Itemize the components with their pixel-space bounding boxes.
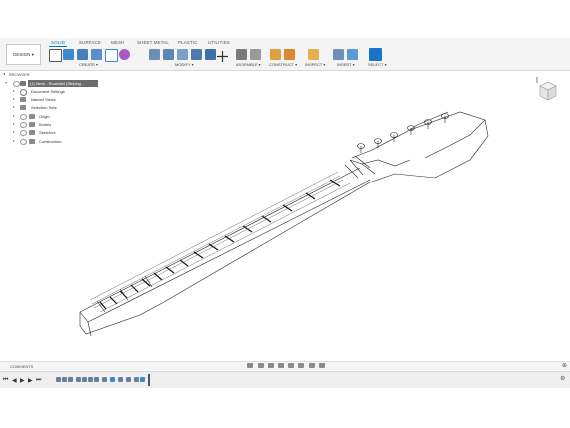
collapse-icon[interactable]: ◂: [3, 71, 5, 76]
go-to-end-icon[interactable]: ⏭: [36, 377, 41, 384]
new-component-assemble-icon[interactable]: [236, 49, 247, 60]
modify-menu[interactable]: MODIFY ▾: [175, 62, 194, 67]
shell-icon[interactable]: [191, 49, 202, 60]
assemble-menu[interactable]: ASSEMBLE ▾: [236, 62, 261, 67]
look-at-icon[interactable]: [258, 363, 264, 368]
timeline-feature-icon[interactable]: [118, 377, 123, 382]
timeline-feature-icon[interactable]: [126, 377, 131, 382]
fillet-icon[interactable]: [163, 49, 174, 60]
browser-header: ◂ BROWSER: [0, 70, 120, 78]
timeline-feature-icon[interactable]: [94, 377, 99, 382]
timeline-feature-icon[interactable]: [82, 377, 87, 382]
step-back-icon[interactable]: ◀: [12, 377, 17, 384]
pan-icon[interactable]: [268, 363, 274, 368]
workspace-label: DESIGN ▾: [13, 51, 34, 57]
go-to-start-icon[interactable]: ⏮: [3, 377, 8, 384]
tab-sheet-metal[interactable]: SHEET METAL: [137, 40, 169, 45]
browser-title: BROWSER: [9, 72, 30, 77]
grid-settings-icon[interactable]: [309, 363, 315, 368]
timeline-feature-icon[interactable]: [110, 377, 115, 382]
timeline-feature-icon[interactable]: [62, 377, 67, 382]
play-icon[interactable]: ▶: [20, 377, 25, 384]
sweep-icon[interactable]: [91, 49, 102, 60]
create-menu[interactable]: CREATE ▾: [79, 62, 98, 67]
display-settings-icon[interactable]: [298, 363, 304, 368]
timeline-feature-icon[interactable]: [140, 377, 145, 382]
tab-solid[interactable]: SOLID: [48, 40, 68, 47]
offset-plane-icon[interactable]: [270, 49, 281, 60]
select-icon[interactable]: [369, 48, 382, 61]
timeline-feature-icon[interactable]: [102, 377, 107, 382]
insert-canvas-icon[interactable]: [347, 49, 358, 60]
timeline-feature-icon[interactable]: [134, 377, 139, 382]
zoom-icon[interactable]: [278, 363, 284, 368]
step-forward-icon[interactable]: ▶: [28, 377, 33, 384]
select-menu[interactable]: SELECT ▾: [368, 62, 387, 67]
insert-derive-icon[interactable]: [333, 49, 344, 60]
orbit-icon[interactable]: [247, 363, 253, 368]
tab-surface[interactable]: SURFACE: [79, 40, 101, 45]
plane-at-angle-icon[interactable]: [284, 49, 295, 60]
tab-mesh[interactable]: MESH: [111, 40, 124, 45]
extrude-icon[interactable]: [63, 49, 74, 60]
measure-icon[interactable]: [308, 49, 319, 60]
comments-bar[interactable]: COMMENTS ⊕: [0, 361, 570, 370]
add-comment-icon[interactable]: ⊕: [562, 362, 567, 369]
combine-icon[interactable]: [205, 49, 216, 60]
new-component-icon[interactable]: [49, 49, 62, 62]
viewports-icon[interactable]: [319, 363, 325, 368]
timeline[interactable]: ⏮ ◀ ▶ ▶ ⏭ ⚙: [0, 371, 570, 388]
workspace-dropdown[interactable]: DESIGN ▾: [6, 44, 41, 65]
hole-icon[interactable]: [105, 49, 118, 62]
tab-plastic[interactable]: PLASTIC: [178, 40, 197, 45]
timeline-feature-icon[interactable]: [88, 377, 93, 382]
timeline-settings-icon[interactable]: ⚙: [560, 375, 565, 382]
revolve-icon[interactable]: [77, 49, 88, 60]
construct-menu[interactable]: CONSTRUCT ▾: [269, 62, 297, 67]
timeline-feature-icon[interactable]: [56, 377, 61, 382]
chamfer-icon[interactable]: [177, 49, 188, 60]
press-pull-icon[interactable]: [149, 49, 160, 60]
timeline-marker[interactable]: [148, 374, 150, 386]
tab-utilities[interactable]: UTILITIES: [208, 40, 230, 45]
form-icon[interactable]: [119, 49, 130, 60]
move-icon[interactable]: [217, 49, 228, 62]
joint-icon[interactable]: [250, 49, 261, 60]
guitar-neck-model[interactable]: [0, 80, 570, 360]
fit-icon[interactable]: [288, 363, 294, 368]
comments-label: COMMENTS: [10, 364, 34, 369]
inspect-menu[interactable]: INSPECT ▾: [305, 62, 325, 67]
workspace-tabs: SOLID SURFACE MESH SHEET METAL PLASTIC U…: [0, 40, 570, 48]
timeline-feature-icon[interactable]: [76, 377, 81, 382]
timeline-feature-icon[interactable]: [68, 377, 73, 382]
insert-menu[interactable]: INSERT ▾: [337, 62, 355, 67]
